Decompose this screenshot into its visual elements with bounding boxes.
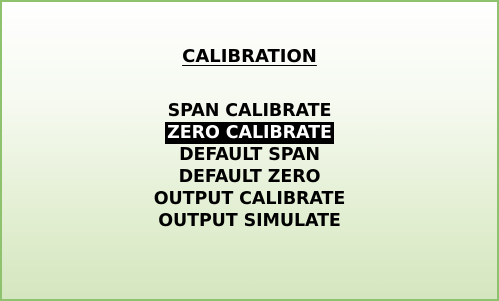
menu-item-label: OUTPUT CALIBRATE xyxy=(153,189,346,209)
calibration-screen: CALIBRATION SPAN CALIBRATE ZERO CALIBRAT… xyxy=(0,0,499,301)
menu-item-label: DEFAULT ZERO xyxy=(178,167,321,187)
calibration-menu: SPAN CALIBRATE ZERO CALIBRATE DEFAULT SP… xyxy=(2,100,497,232)
menu-item-output-simulate[interactable]: OUTPUT SIMULATE xyxy=(2,210,497,232)
menu-item-default-zero[interactable]: DEFAULT ZERO xyxy=(2,166,497,188)
menu-item-label: SPAN CALIBRATE xyxy=(167,101,332,121)
menu-item-zero-calibrate[interactable]: ZERO CALIBRATE xyxy=(2,122,497,144)
page-title: CALIBRATION xyxy=(182,46,317,67)
menu-item-span-calibrate[interactable]: SPAN CALIBRATE xyxy=(2,100,497,122)
menu-item-default-span[interactable]: DEFAULT SPAN xyxy=(2,144,497,166)
menu-item-label: ZERO CALIBRATE xyxy=(165,122,334,144)
menu-item-label: DEFAULT SPAN xyxy=(179,145,320,165)
menu-item-label: OUTPUT SIMULATE xyxy=(158,211,341,231)
menu-item-output-calibrate[interactable]: OUTPUT CALIBRATE xyxy=(2,188,497,210)
